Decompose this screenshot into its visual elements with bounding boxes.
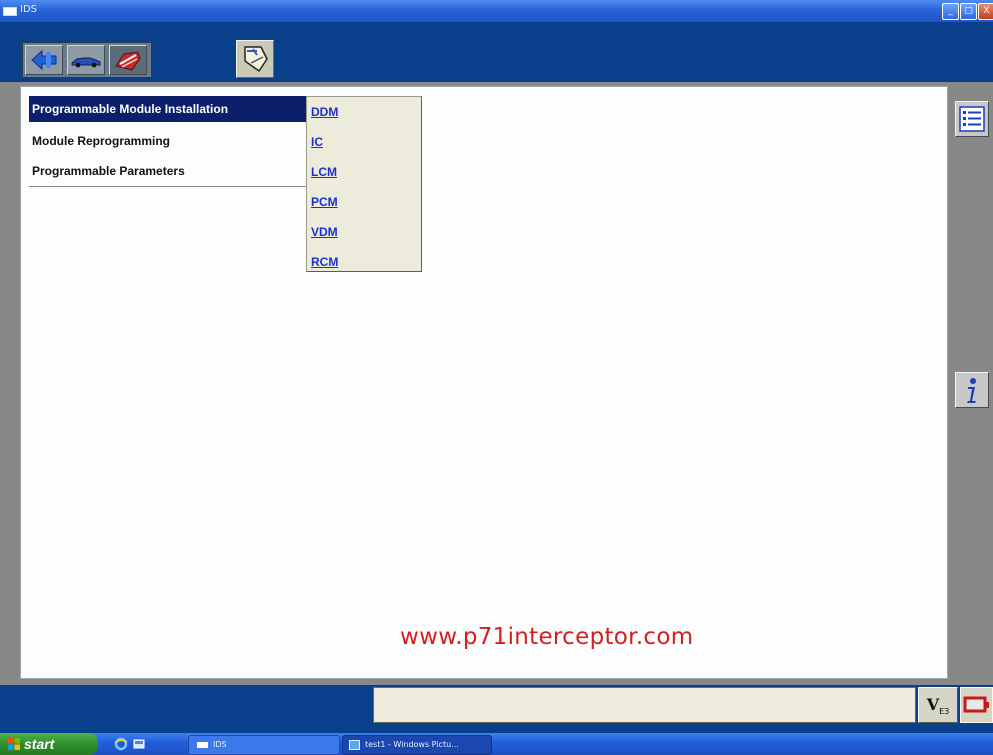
submenu-link-lcm[interactable]: LCM bbox=[311, 165, 337, 179]
start-label: start bbox=[24, 736, 55, 752]
submenu-link-ddm[interactable]: DDM bbox=[311, 105, 338, 119]
window-title: IDS bbox=[20, 4, 37, 15]
vehicle-voltage-button[interactable]: VЕЗ bbox=[918, 687, 958, 723]
toolbar bbox=[0, 22, 993, 82]
menu-item-label: Module Reprogramming bbox=[32, 134, 171, 148]
toolbox-icon bbox=[115, 51, 141, 71]
maximize-button[interactable]: □ bbox=[960, 3, 977, 20]
list-button[interactable] bbox=[955, 101, 989, 137]
status-field bbox=[373, 687, 916, 723]
voltage-label: V bbox=[926, 695, 940, 714]
module-programming-doc-icon bbox=[244, 46, 268, 73]
module-submenu: DDM IC LCM PCM VDM RCM bbox=[306, 96, 422, 272]
minimize-button[interactable]: _ bbox=[942, 3, 959, 20]
programming-menu: Programmable Module Installation Module … bbox=[29, 96, 317, 187]
show-desktop-icon[interactable] bbox=[132, 737, 146, 751]
menu-item-label: Programmable Parameters bbox=[32, 164, 185, 178]
menu-item-label: Programmable Module Installation bbox=[32, 102, 229, 116]
picture-viewer-icon bbox=[349, 740, 360, 750]
submenu-link-rcm[interactable]: RCM bbox=[311, 255, 338, 269]
list-icon bbox=[959, 106, 985, 132]
battery-icon bbox=[963, 696, 989, 713]
windows-flag-icon bbox=[8, 738, 20, 750]
app-window-icon bbox=[3, 7, 17, 16]
toolbox-button[interactable] bbox=[109, 45, 147, 75]
submenu-link-ic[interactable]: IC bbox=[311, 135, 323, 149]
submenu-link-vdm[interactable]: VDM bbox=[311, 225, 338, 239]
taskbar-item-label: IDS bbox=[213, 740, 227, 749]
window-titlebar: IDS _ □ X bbox=[0, 0, 993, 22]
watermark-text: www.p71interceptor.com bbox=[400, 624, 694, 650]
back-arrow-button[interactable] bbox=[25, 45, 63, 75]
battery-button[interactable] bbox=[960, 687, 993, 723]
voltage-sub-label: ЕЗ bbox=[939, 707, 950, 717]
back-arrow-icon bbox=[31, 49, 57, 71]
start-button[interactable]: start bbox=[0, 733, 98, 755]
taskbar-item-ids[interactable]: IDS bbox=[188, 735, 340, 755]
module-programming-button[interactable] bbox=[236, 40, 274, 78]
vehicle-button[interactable] bbox=[67, 45, 105, 75]
menu-item-programmable-parameters[interactable]: Programmable Parameters bbox=[29, 156, 317, 186]
menu-item-programmable-module-installation[interactable]: Programmable Module Installation bbox=[29, 96, 317, 122]
info-icon bbox=[967, 378, 976, 403]
taskbar-item-picture-viewer[interactable]: test1 - Windows Pictu... bbox=[342, 735, 492, 755]
toolbar-tab-group bbox=[22, 42, 152, 78]
vehicle-icon bbox=[71, 57, 101, 68]
info-button[interactable] bbox=[955, 372, 989, 408]
taskbar-item-label: test1 - Windows Pictu... bbox=[365, 740, 459, 749]
menu-item-module-reprogramming[interactable]: Module Reprogramming bbox=[29, 126, 317, 156]
internet-explorer-icon[interactable] bbox=[114, 737, 128, 751]
ids-window-icon bbox=[197, 742, 208, 748]
taskbar: start IDS test1 - Windows Pictu... bbox=[0, 733, 993, 755]
submenu-link-pcm[interactable]: PCM bbox=[311, 195, 338, 209]
close-button[interactable]: X bbox=[978, 3, 993, 20]
